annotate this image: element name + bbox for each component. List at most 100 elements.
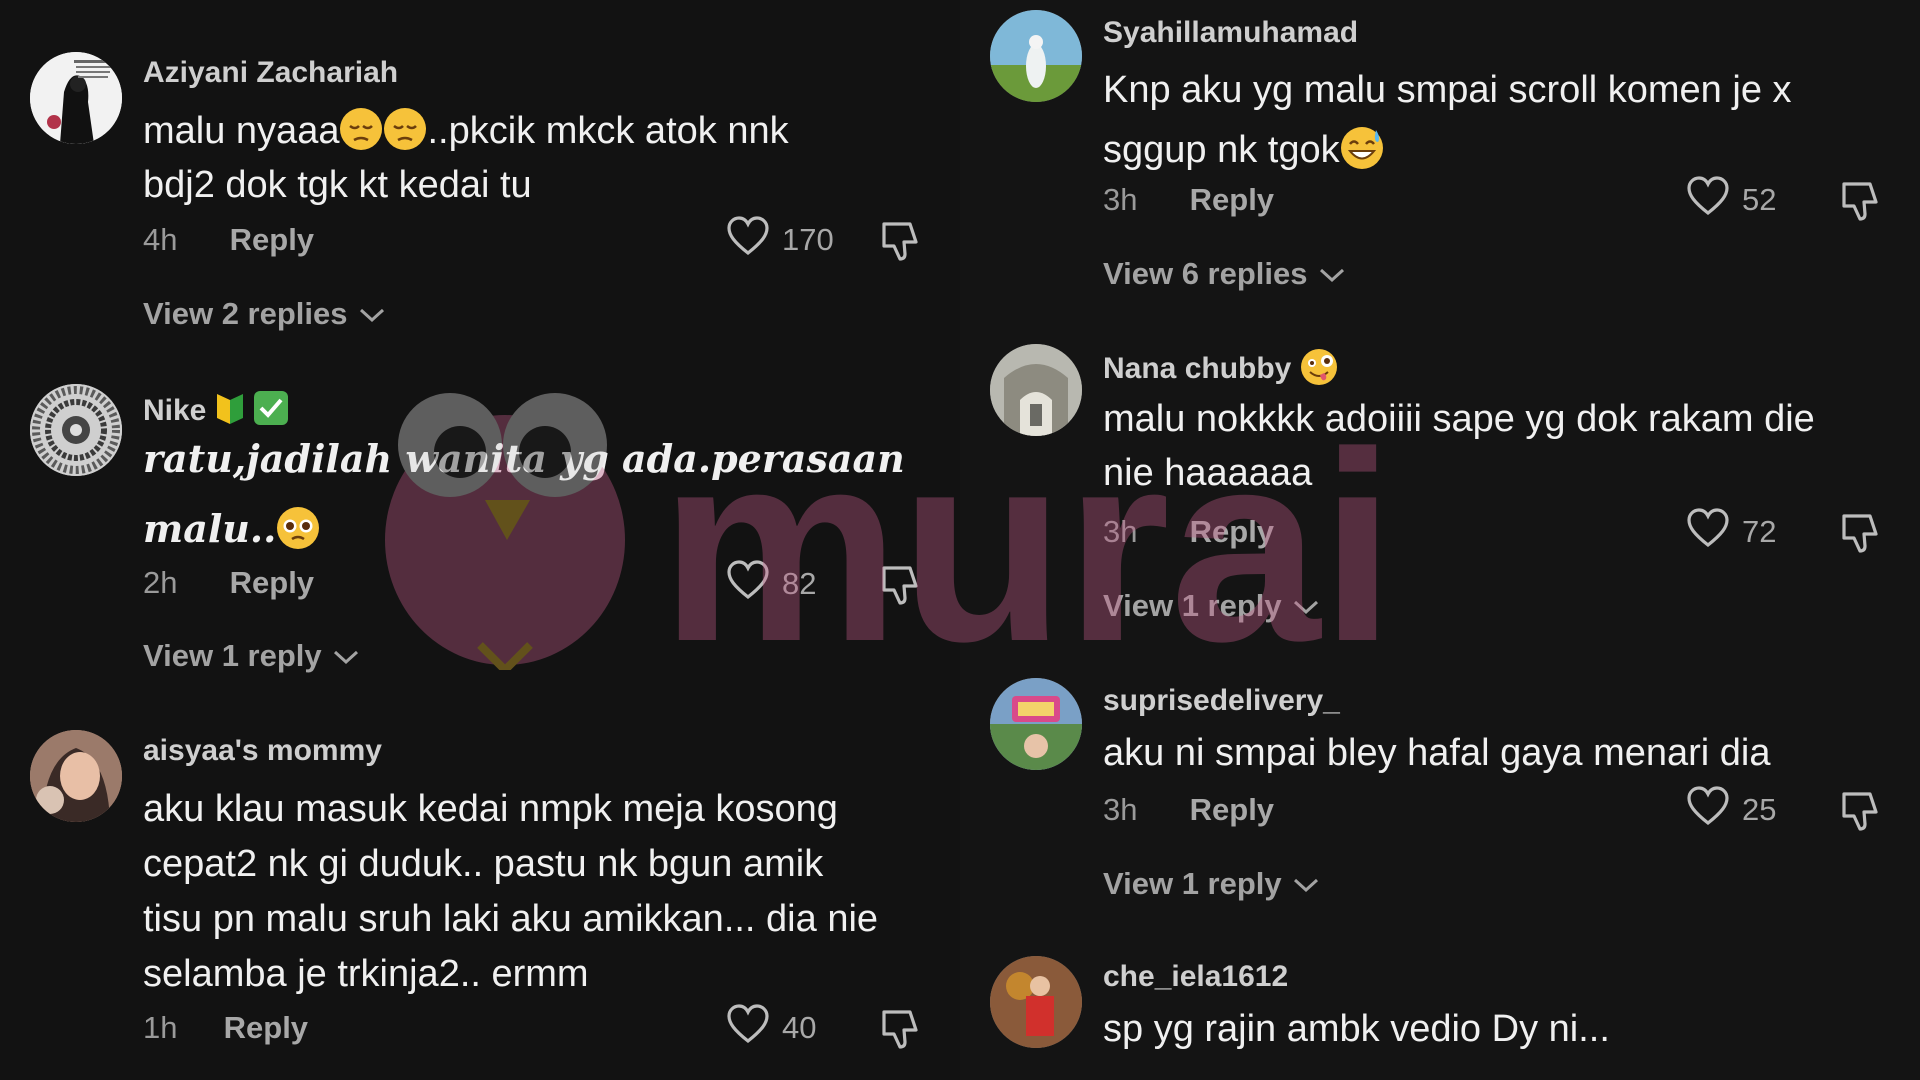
avatar[interactable] [30,730,122,822]
chevron-down-icon [1292,866,1320,902]
comment-meta: 1h Reply [143,1010,308,1046]
comment-meta: 3h Reply [1103,182,1274,218]
comment-line: tisu pn malu sruh laki aku amikkan... di… [143,898,879,940]
thumbs-down-icon [1838,514,1882,558]
avatar[interactable] [990,10,1082,102]
avatar[interactable] [990,956,1082,1048]
reply-button[interactable]: Reply [224,1010,308,1045]
reply-button[interactable]: Reply [230,565,314,600]
chevron-down-icon [1318,256,1346,292]
like-button[interactable]: 72 [1686,508,1777,556]
comment-line: selamba je trkinja2.. ermm [143,953,589,995]
chevron-down-icon [332,638,360,674]
dislike-button[interactable] [1838,788,1882,832]
username[interactable]: Syahillamuhamad [1103,16,1358,50]
comment-line: Knp aku yg malu smpai scroll komen je x [1103,69,1792,111]
username[interactable]: aisyaa's mommy [143,734,382,768]
view-replies-label: View 6 replies [1103,256,1308,291]
comment-text: ratu,jadilah wanita yg ada.perasaan malu… [143,424,933,564]
reply-button[interactable]: Reply [230,222,314,257]
timestamp: 3h [1103,182,1138,217]
thumbs-down-icon [878,1010,922,1054]
like-count: 82 [782,566,817,601]
pleading-face-emoji [276,502,320,549]
dislike-button[interactable] [878,1006,922,1050]
view-replies-label: View 2 replies [143,296,348,331]
comment-text: malu nyaaa ..pkcik mkck atok nnk bdj2 dok… [143,104,933,212]
view-replies-label: View 1 reply [143,638,322,673]
comment-text: sp yg rajin ambk vedio Dy ni... [1103,1002,1893,1056]
avatar[interactable] [990,344,1082,436]
dislike-button[interactable] [878,218,922,262]
reply-button[interactable]: Reply [1190,514,1274,549]
comment-meta: 2h Reply [143,565,314,601]
view-replies-button[interactable]: View 6 replies [1103,256,1346,292]
like-count: 72 [1742,514,1777,549]
username[interactable]: Nana chubby [1103,348,1338,386]
like-button[interactable]: 52 [1686,176,1777,224]
heart-icon [1686,786,1730,834]
comment-line: malu nokkkk adoiiii sape yg dok rakam di… [1103,398,1815,440]
comment-meta: 4h Reply [143,222,314,258]
thumbs-down-icon [1838,182,1882,226]
comment-text: malu nokkkk adoiiii sape yg dok rakam di… [1103,392,1893,500]
like-button[interactable]: 40 [726,1004,816,1050]
comment-line: cepat2 nk gi duduk.. pastu nk bgun amik [143,843,824,885]
username[interactable]: suprisedelivery_ [1103,684,1340,718]
dislike-button[interactable] [1838,510,1882,554]
view-replies-label: View 1 reply [1103,866,1282,901]
username[interactable]: Aziyani Zachariah [143,56,398,90]
like-count: 25 [1742,792,1777,827]
grinning-sweat-emoji [1340,126,1384,170]
heart-icon [726,216,770,264]
comment-text-part: ..pkcik mkck atok nnk [427,110,789,152]
thumbs-down-icon [1838,792,1882,836]
thumbs-down-icon [878,222,922,266]
like-button[interactable]: 170 [726,216,834,264]
right-comments-panel: Syahillamuhamad Knp aku yg malu smpai sc… [960,0,1920,1080]
view-replies-button[interactable]: View 2 replies [143,296,386,332]
view-replies-button[interactable]: View 1 reply [143,638,360,674]
view-replies-button[interactable]: View 1 reply [1103,866,1320,902]
comment-line: nie haaaaaa [1103,452,1313,494]
pensive-face-emoji [339,107,383,151]
pensive-face-emoji [383,107,427,151]
chevron-down-icon [358,296,386,332]
heart-icon [1686,508,1730,556]
comment-line: sggup nk tgok [1103,129,1340,171]
dislike-button[interactable] [1838,178,1882,222]
view-replies-button[interactable]: View 1 reply [1103,588,1320,624]
dislike-button[interactable] [878,562,922,606]
view-replies-label: View 1 reply [1103,588,1282,623]
comment-text-part: malu.. [143,506,277,551]
heart-icon [1686,176,1730,224]
username-text: Nike [143,394,207,427]
comment-meta: 3h Reply [1103,792,1274,828]
like-button[interactable]: 82 [726,560,817,606]
reply-button[interactable]: Reply [1190,792,1274,827]
thumbs-down-icon [878,566,922,610]
comment-text: aku ni smpai bley hafal gaya menari dia [1103,726,1893,780]
comment-line: aku klau masuk kedai nmpk meja kosong [143,788,838,830]
timestamp: 3h [1103,514,1138,549]
timestamp: 2h [143,565,178,600]
comment-text-part: ratu,jadilah wanita yg ada.perasaan [143,436,905,481]
avatar[interactable] [990,678,1082,770]
username-text: Nana chubby [1103,352,1292,385]
zany-face-emoji [1300,348,1338,386]
avatar[interactable] [30,384,122,476]
comment-text: aku klau masuk kedai nmpk meja kosong ce… [143,782,933,1002]
left-comments-panel: Aziyani Zachariah malu nyaaa ..pkcik mkck… [0,0,960,1080]
reply-button[interactable]: Reply [1190,182,1274,217]
comment-line: sp yg rajin ambk vedio Dy ni... [1103,1008,1610,1050]
username[interactable]: che_iela1612 [1103,960,1288,994]
comment-text-part: bdj2 dok tgk kt kedai tu [143,164,532,206]
avatar[interactable] [30,52,122,144]
chevron-down-icon [1292,588,1320,624]
timestamp: 3h [1103,792,1138,827]
like-count: 170 [782,222,834,257]
like-count: 52 [1742,182,1777,217]
comment-meta: 3h Reply [1103,514,1274,550]
like-button[interactable]: 25 [1686,786,1777,834]
comment-text: Knp aku yg malu smpai scroll komen je x … [1103,60,1893,180]
